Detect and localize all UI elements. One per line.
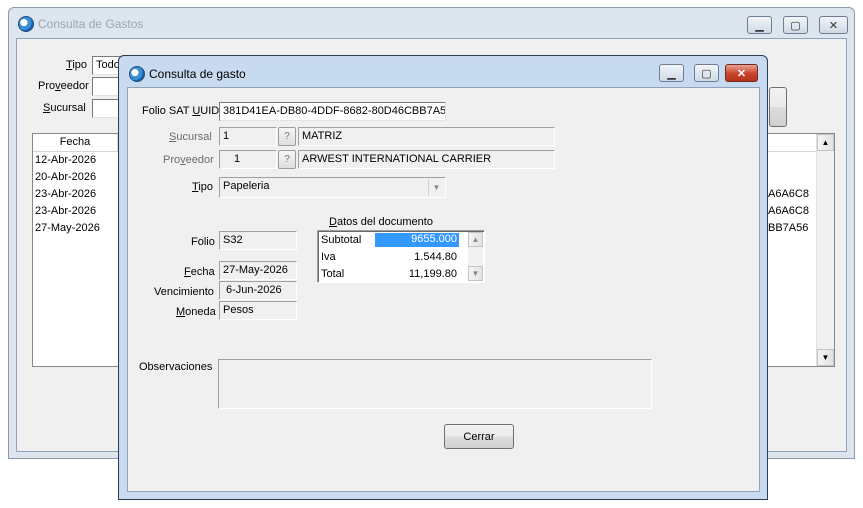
list-item[interactable]: 23-Abr-2026: [35, 188, 96, 200]
folio-sat-uuid-field[interactable]: 381D41EA-DB80-4DDF-8682-80D46CBB7A56: [219, 102, 446, 121]
maximize-icon: ▢: [790, 19, 801, 32]
arrow-up-icon: ▲: [821, 138, 830, 147]
folio-field: S32: [219, 231, 297, 250]
maximize-button[interactable]: ▢: [783, 16, 808, 34]
folio-label: Folio: [191, 236, 215, 248]
tipo-select[interactable]: Papeleria ▼: [219, 177, 446, 198]
total-label: Total: [321, 268, 345, 280]
arrow-down-icon: ▼: [821, 353, 830, 362]
vencimiento-field: 6-Jun-2026: [219, 281, 297, 300]
list-item[interactable]: 27-May-2026: [35, 222, 100, 234]
proveedor-code-field: 1: [219, 150, 277, 169]
fecha-field: 27-May-2026: [219, 261, 297, 280]
tipo-filter-label: Tipo: [66, 59, 87, 71]
close-icon: ✕: [828, 19, 839, 32]
list-item-uuid-tail: A6A6C8: [768, 205, 809, 217]
proveedor-filter-label: Proveedor: [38, 80, 89, 92]
tipo-label: Tipo: [192, 181, 213, 193]
list-scrollbar[interactable]: [816, 134, 834, 366]
consulta-gastos-title: Consulta de Gastos: [38, 17, 144, 31]
list-item[interactable]: 12-Abr-2026: [35, 154, 96, 166]
consulta-gasto-dialog: Consulta de gasto ▁ ▢ ✕ Folio SAT UUID 3…: [118, 55, 768, 500]
vencimiento-label: Vencimiento: [154, 286, 214, 298]
minimize-icon: ▁: [755, 19, 764, 32]
minimize-icon: ▁: [667, 67, 676, 80]
sucursal-lookup-button[interactable]: ?: [278, 127, 296, 146]
folio-sat-uuid-label: Folio SAT UUID: [142, 105, 220, 117]
minimize-button[interactable]: ▁: [659, 64, 684, 82]
minimize-button[interactable]: ▁: [747, 16, 772, 34]
scroll-down-button[interactable]: ▼: [468, 266, 483, 281]
list-item-uuid-tail: A6A6C8: [768, 188, 809, 200]
question-icon: ?: [284, 131, 290, 142]
total-value[interactable]: 11,199.80: [375, 268, 459, 280]
list-item-uuid-tail: BB7A56: [768, 222, 809, 234]
moneda-label: Moneda: [176, 306, 216, 318]
subtotal-value[interactable]: 9655.000: [375, 233, 459, 247]
close-button[interactable]: ✕: [725, 64, 758, 82]
observaciones-field[interactable]: [218, 359, 652, 409]
question-icon: ?: [284, 154, 290, 165]
proveedor-label: Proveedor: [163, 154, 214, 166]
cerrar-button[interactable]: Cerrar: [444, 424, 514, 449]
totals-grid[interactable]: Subtotal 9655.000 Iva 1.544.80 Total 11,…: [317, 230, 485, 283]
consulta-gasto-title: Consulta de gasto: [149, 67, 246, 81]
iva-value[interactable]: 1.544.80: [375, 251, 459, 263]
close-button[interactable]: ✕: [819, 16, 848, 34]
sucursal-name-field: MATRIZ: [298, 127, 555, 146]
search-button[interactable]: [769, 87, 787, 127]
list-item[interactable]: 20-Abr-2026: [35, 171, 96, 183]
list-item[interactable]: 23-Abr-2026: [35, 205, 96, 217]
chevron-down-icon: ▼: [428, 179, 444, 196]
app-globe-icon: [18, 16, 34, 32]
maximize-button[interactable]: ▢: [694, 64, 719, 82]
fecha-label: Fecha: [184, 266, 215, 278]
iva-label: Iva: [321, 251, 336, 263]
scroll-down-button[interactable]: ▼: [817, 349, 834, 366]
app-globe-icon: [129, 66, 145, 82]
maximize-icon: ▢: [701, 67, 712, 80]
scroll-up-button[interactable]: ▲: [468, 232, 483, 247]
arrow-down-icon: ▼: [471, 269, 480, 278]
fecha-column-header[interactable]: Fecha: [33, 134, 118, 152]
sucursal-filter-label: Sucursal: [43, 102, 86, 114]
scroll-up-button[interactable]: ▲: [817, 134, 834, 151]
observaciones-label: Observaciones: [139, 361, 213, 373]
sucursal-code-field: 1: [219, 127, 277, 146]
subtotal-label: Subtotal: [321, 234, 362, 246]
proveedor-name-field: ARWEST INTERNATIONAL CARRIER: [298, 150, 555, 169]
datos-documento-label: Datos del documento: [329, 216, 433, 228]
proveedor-lookup-button[interactable]: ?: [278, 150, 296, 169]
moneda-field: Pesos: [219, 301, 297, 320]
consulta-gasto-client: Folio SAT UUID 381D41EA-DB80-4DDF-8682-8…: [127, 87, 760, 492]
consulta-gastos-titlebar[interactable]: Consulta de Gastos ▁ ▢ ✕: [9, 8, 854, 38]
close-icon: ✕: [736, 67, 747, 80]
consulta-gasto-titlebar[interactable]: Consulta de gasto ▁ ▢ ✕: [119, 56, 767, 86]
arrow-up-icon: ▲: [471, 235, 480, 244]
sucursal-label: Sucursal: [169, 131, 212, 143]
